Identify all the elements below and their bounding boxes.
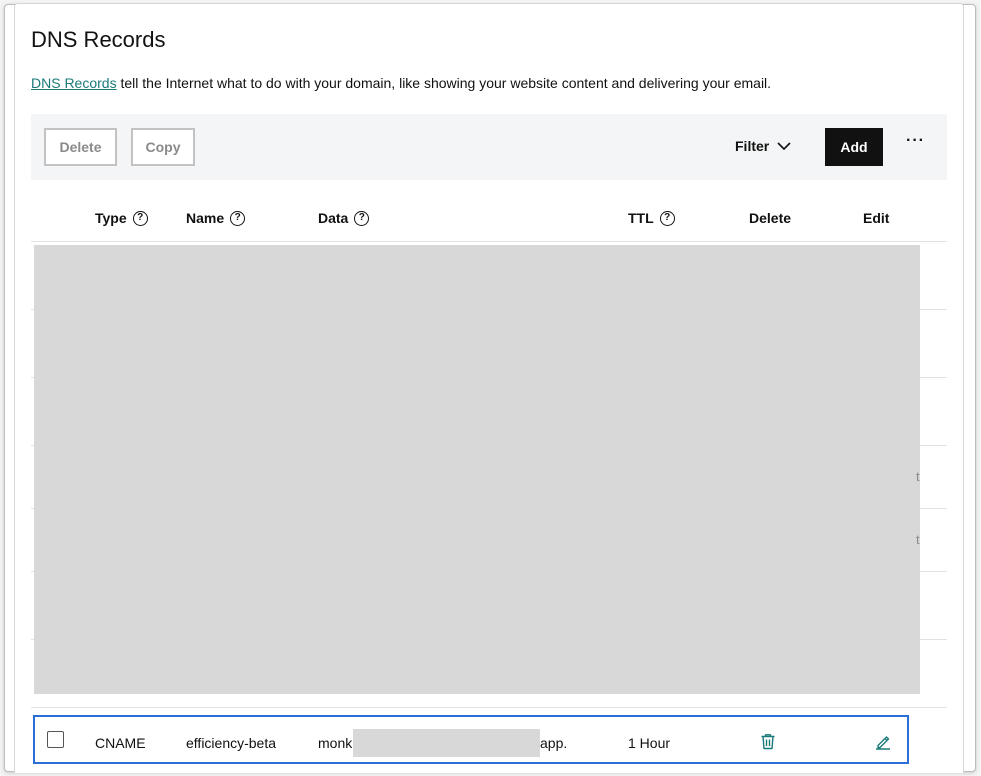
dns-records-link[interactable]: DNS Records (31, 75, 117, 91)
record-ttl: 1 Hour (628, 735, 671, 751)
column-header-edit-label: Edit (863, 210, 890, 226)
more-options-icon[interactable]: ··· (906, 132, 925, 150)
record-type: CNAME (95, 735, 146, 751)
filter-dropdown[interactable]: Filter (735, 138, 791, 154)
column-header-type-label: Type (95, 210, 127, 226)
page-title: DNS Records (31, 27, 166, 52)
column-header-type[interactable]: Type ? (95, 210, 148, 226)
filter-label: Filter (735, 138, 770, 154)
column-header-ttl-label: TTL (628, 210, 654, 226)
pencil-icon[interactable] (873, 731, 893, 751)
record-name: efficiency-beta (186, 735, 277, 751)
column-header-delete: Delete (749, 210, 791, 226)
copy-button[interactable]: Copy (131, 128, 195, 166)
redacted-records-block (34, 245, 920, 694)
column-header-delete-label: Delete (749, 210, 792, 226)
help-circle-icon[interactable]: ? (230, 210, 246, 226)
chevron-down-icon (777, 141, 791, 150)
column-header-edit: Edit (863, 210, 889, 226)
intro-text: DNS Records tell the Internet what to do… (31, 75, 771, 91)
help-circle-icon[interactable]: ? (659, 210, 675, 226)
add-record-button[interactable]: Add (825, 128, 883, 166)
row-checkbox[interactable] (47, 731, 64, 748)
trash-icon[interactable] (758, 731, 778, 751)
row-divider (31, 707, 947, 708)
clipped-text-fragment: t (916, 469, 920, 484)
record-data-prefix: monk (318, 735, 353, 751)
clipped-text-fragment: t (916, 532, 920, 547)
record-data-suffix: app. (540, 735, 568, 751)
table-row-selected[interactable]: CNAME efficiency-beta monk app. 1 Hour (33, 715, 909, 764)
help-circle-icon[interactable]: ? (132, 210, 148, 226)
delete-button[interactable]: Delete (44, 128, 117, 166)
records-toolbar: Delete Copy Filter Add ··· (31, 114, 947, 180)
column-header-data[interactable]: Data ? (318, 210, 370, 226)
column-header-ttl[interactable]: TTL ? (628, 210, 675, 226)
column-header-name-label: Name (186, 210, 225, 226)
row-divider (31, 241, 947, 242)
help-circle-icon[interactable]: ? (354, 210, 370, 226)
intro-description: tell the Internet what to do with your d… (116, 75, 772, 91)
column-header-name[interactable]: Name ? (186, 210, 246, 226)
column-header-data-label: Data (318, 210, 349, 226)
redacted-data (353, 729, 540, 757)
